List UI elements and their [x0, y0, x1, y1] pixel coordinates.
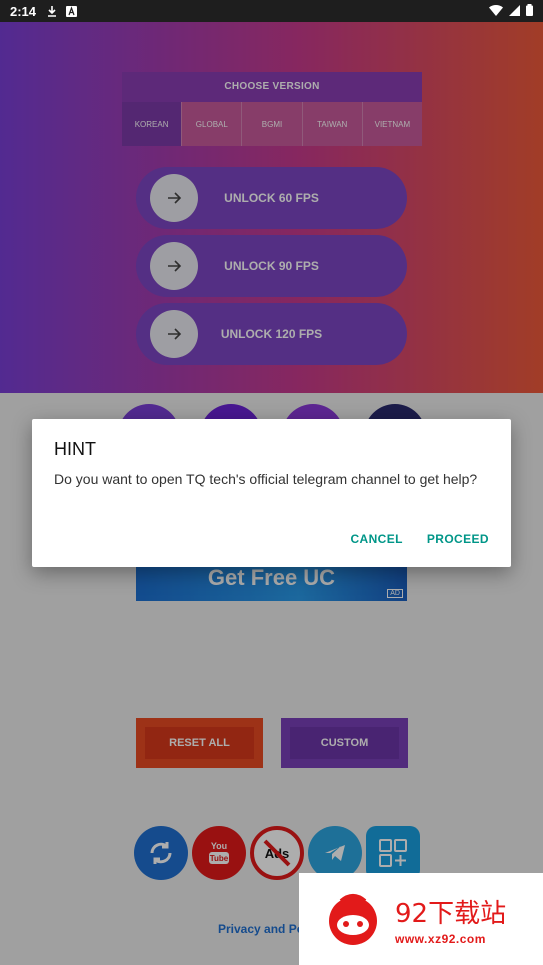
watermark-chinese: 92下载站: [395, 898, 507, 929]
status-bar: 2:14: [0, 0, 543, 22]
watermark: 92下载站 www.xz92.com: [299, 873, 543, 965]
cell-signal-icon: [509, 4, 520, 19]
watermark-url: www.xz92.com: [395, 931, 486, 946]
proceed-button[interactable]: PROCEED: [427, 532, 489, 546]
status-time: 2:14: [10, 3, 37, 19]
dialog-message: Do you want to open TQ tech's official t…: [54, 471, 478, 487]
wifi-icon: [489, 4, 503, 19]
hint-dialog: HINT Do you want to open TQ tech's offic…: [32, 419, 511, 567]
dialog-title: HINT: [54, 439, 96, 459]
app-a-icon: [66, 5, 78, 17]
cancel-button[interactable]: CANCEL: [350, 532, 402, 546]
battery-icon: [526, 3, 533, 19]
download-icon: [46, 5, 58, 17]
dialog-actions: CANCEL PROCEED: [350, 532, 489, 546]
watermark-logo-icon: [329, 894, 377, 945]
watermark-text: 92下载站 www.xz92.com: [395, 893, 506, 946]
